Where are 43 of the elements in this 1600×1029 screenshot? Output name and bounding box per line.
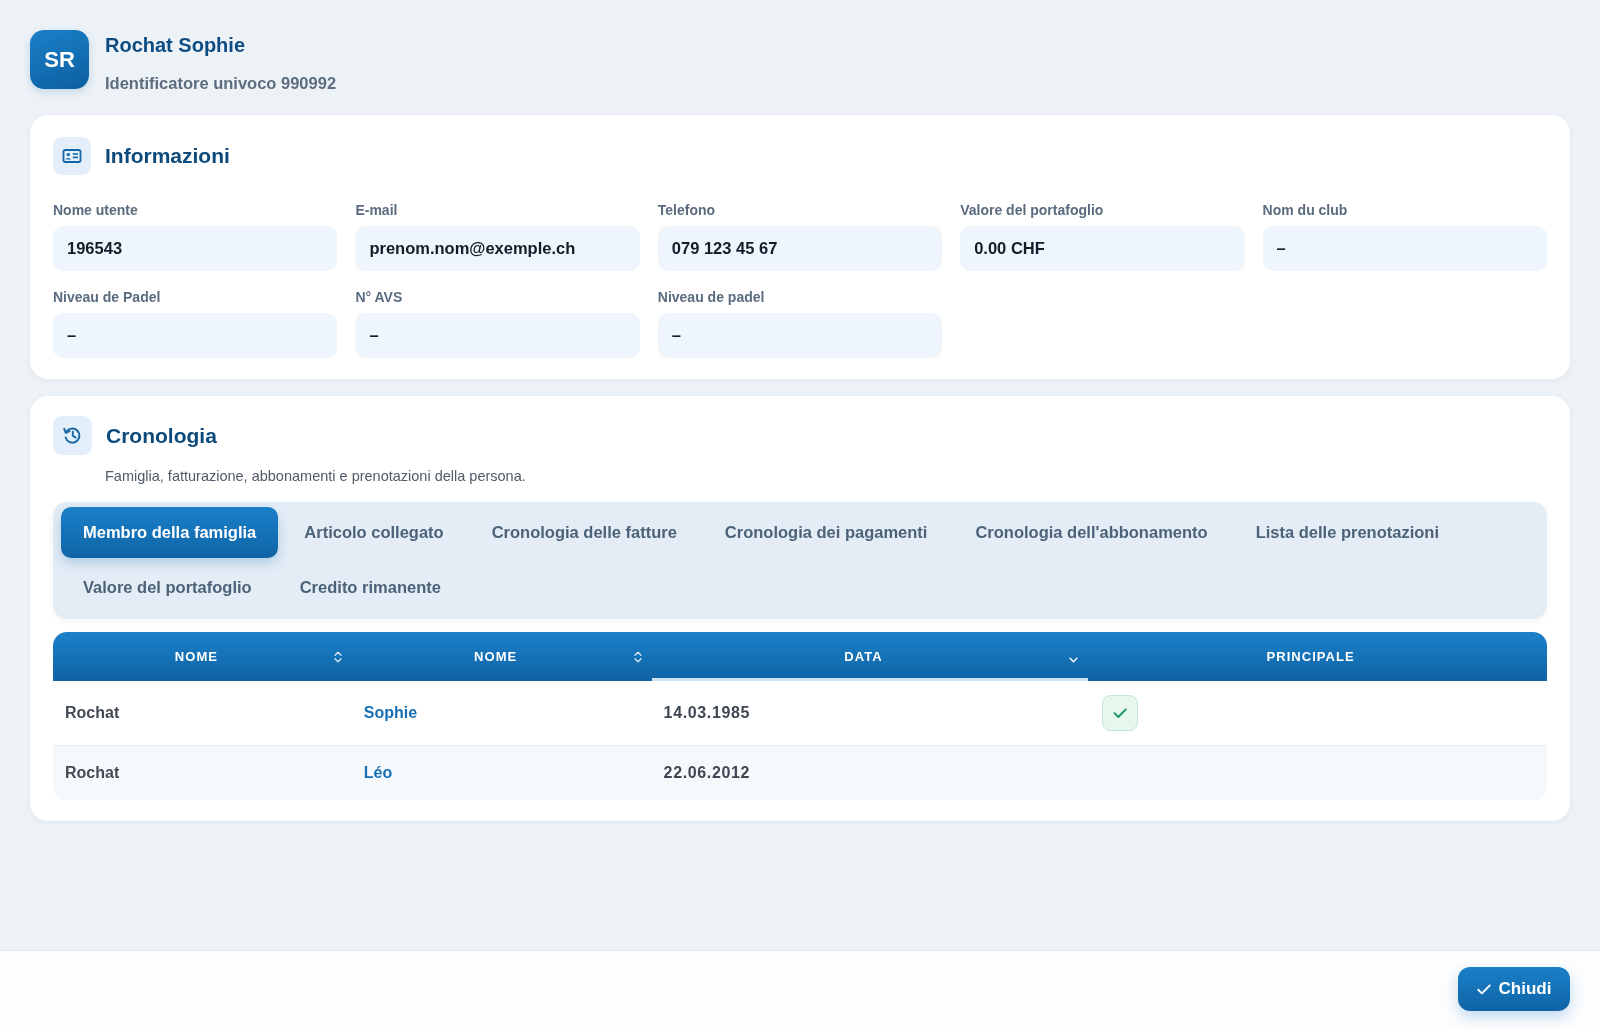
column-header[interactable]: NOME [53, 632, 352, 681]
field-label: N° AVS [355, 289, 404, 305]
field-label: Nome utente [53, 202, 139, 218]
field-label: E-mail [355, 202, 399, 218]
value-field: – [53, 313, 338, 358]
value-field: – [355, 313, 640, 358]
card-subtitle: Famiglia, fatturazione, abbonamenti e prenotazioni della persona. [105, 467, 527, 486]
table-cell-text: Rochat [64, 764, 121, 782]
value-field: 0.00 CHF [960, 226, 1245, 271]
value-field: – [1262, 226, 1547, 271]
tab[interactable]: Membro della famiglia [61, 507, 279, 558]
table-cell-text: 14.03.1985 [662, 704, 752, 722]
id-card-icon [53, 137, 91, 175]
card-title: Informazioni [105, 144, 230, 168]
field-label: Niveau de padel [657, 289, 766, 305]
tab[interactable]: Cronologia dei pagamenti [702, 507, 950, 558]
value-field: prenom.nom@exemple.ch [355, 226, 640, 271]
column-header: PRINCIPALE [1265, 648, 1356, 666]
tab[interactable]: Articolo collegato [282, 507, 466, 558]
history-icon [53, 416, 92, 455]
table-cell-text: 22.06.2012 [662, 764, 752, 782]
name-link[interactable]: Léo [363, 764, 393, 781]
field-label: Telefono [657, 202, 717, 218]
name-link[interactable]: Sophie [363, 704, 418, 721]
field-label: Nom du club [1262, 202, 1349, 218]
field-label: Valore del portafoglio [960, 202, 1105, 218]
value-field: 079 123 45 67 [657, 226, 943, 271]
person-identifier: Identificatore univoco 990992 [105, 73, 337, 93]
close-button[interactable]: Chiudi [1458, 967, 1570, 1011]
tab[interactable]: Valore del portafoglio [61, 562, 274, 613]
field-label: Niveau de Padel [53, 289, 162, 305]
initials-avatar: SR [30, 30, 89, 89]
check-icon [1476, 983, 1491, 995]
column-header[interactable]: NOME [351, 632, 652, 681]
tab[interactable]: Lista delle prenotazioni [1233, 507, 1461, 558]
value-field: – [657, 313, 943, 358]
card-title: Cronologia [106, 423, 217, 448]
tab[interactable]: Credito rimanente [277, 562, 463, 613]
tab[interactable]: Cronologia dell'abbonamento [953, 507, 1230, 558]
tab[interactable]: Cronologia delle fatture [469, 507, 699, 558]
person-name: Rochat Sophie [105, 33, 246, 57]
value-field: 196543 [53, 226, 338, 271]
table-cell-text: Rochat [64, 704, 121, 722]
